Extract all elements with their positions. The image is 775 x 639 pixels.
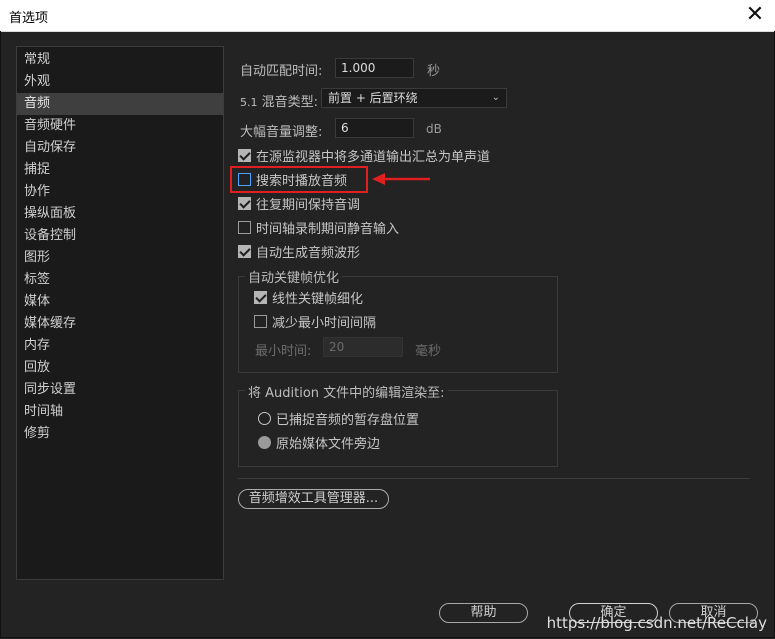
radio-button[interactable]	[258, 436, 271, 449]
keyframe-group-title: 自动关键帧优化	[245, 267, 343, 286]
large-volume-unit: dB	[426, 122, 442, 136]
sidebar-item-playback[interactable]: 回放	[17, 357, 223, 379]
sidebar-item-sync-settings[interactable]: 同步设置	[17, 379, 223, 401]
radio-scratch-disk[interactable]: 已捕捉音频的暂存盘位置	[258, 409, 419, 428]
sidebar-item-trim[interactable]: 修剪	[17, 423, 223, 445]
radio-label: 原始媒体文件旁边	[276, 437, 381, 452]
checkbox-label: 线性关键帧细化	[272, 291, 364, 307]
sidebar-item-appearance[interactable]: 外观	[17, 71, 223, 93]
sidebar-item-timeline[interactable]: 时间轴	[17, 401, 223, 423]
checkbox-box[interactable]	[238, 196, 251, 210]
auto-match-unit: 秒	[427, 64, 441, 79]
checkbox-maintain-pitch[interactable]: 往复期间保持音调	[238, 194, 361, 213]
checkbox-linear-keyframe[interactable]: 线性关键帧细化	[254, 288, 364, 307]
sidebar-item-general[interactable]: 常规	[17, 49, 223, 71]
large-volume-input[interactable]: 6	[335, 118, 414, 138]
sidebar-item-collaboration[interactable]: 协作	[17, 181, 223, 203]
checkbox-auto-waveform[interactable]: 自动生成音频波形	[238, 242, 361, 261]
mix-type-select[interactable]: 前置 + 后置环绕 ⌄	[321, 88, 507, 108]
sidebar-item-graphics[interactable]: 图形	[17, 247, 223, 269]
checkbox-label: 自动生成音频波形	[256, 245, 361, 261]
close-icon[interactable]: ✕	[741, 2, 769, 28]
checkbox-box[interactable]	[238, 220, 251, 234]
audio-plugin-manager-button[interactable]: 音频增效工具管理器...	[238, 489, 389, 509]
checkbox-label: 减少最小时间间隔	[272, 315, 377, 331]
title-bar: 首选项 ✕	[0, 0, 775, 32]
sidebar-item-media-cache[interactable]: 媒体缓存	[17, 313, 223, 335]
mix-type-value: 前置 + 后置环绕	[328, 91, 418, 105]
window-title: 首选项	[9, 11, 49, 26]
auto-match-input[interactable]: 1.000	[335, 58, 414, 78]
checkbox-box[interactable]	[254, 314, 267, 328]
annotation-arrow-icon	[372, 173, 430, 185]
annotation-highlight-box	[230, 166, 368, 193]
sidebar-item-media[interactable]: 媒体	[17, 291, 223, 313]
min-time-label: 最小时间:	[255, 344, 312, 359]
checkbox-box[interactable]	[238, 244, 251, 258]
mix-type-prefix: 5.1	[240, 96, 258, 109]
auto-match-label: 自动匹配时间:	[240, 64, 323, 79]
mix-type-label: 5.1 混音类型:	[240, 91, 318, 110]
sidebar-item-labels[interactable]: 标签	[17, 269, 223, 291]
help-button[interactable]: 帮助	[439, 603, 528, 623]
large-volume-label: 大幅音量调整:	[240, 125, 323, 140]
chevron-down-icon: ⌄	[491, 92, 500, 103]
radio-next-to-original[interactable]: 原始媒体文件旁边	[258, 433, 380, 452]
checkbox-mono-downmix[interactable]: 在源监视器中将多通道输出汇总为单声道	[238, 146, 491, 165]
sidebar-item-audio-hardware[interactable]: 音频硬件	[17, 115, 223, 137]
sidebar-item-auto-save[interactable]: 自动保存	[17, 137, 223, 159]
mix-type-text: 混音类型:	[261, 95, 319, 110]
min-time-unit: 毫秒	[415, 344, 442, 359]
radio-button[interactable]	[258, 412, 271, 425]
checkbox-box[interactable]	[238, 148, 251, 162]
divider	[238, 478, 750, 479]
checkbox-label: 往复期间保持音调	[256, 197, 361, 213]
checkbox-mute-input[interactable]: 时间轴录制期间静音输入	[238, 218, 400, 237]
sidebar-item-capture[interactable]: 捕捉	[17, 159, 223, 181]
sidebar-item-audio[interactable]: 音频	[17, 93, 223, 115]
render-destination-group	[238, 390, 558, 467]
sidebar-item-device-control[interactable]: 设备控制	[17, 225, 223, 247]
checkbox-reduce-interval[interactable]: 减少最小时间间隔	[254, 312, 377, 331]
sidebar-item-memory[interactable]: 内存	[17, 335, 223, 357]
radio-label: 已捕捉音频的暂存盘位置	[276, 413, 420, 428]
checkbox-label: 在源监视器中将多通道输出汇总为单声道	[256, 149, 491, 165]
category-list: 常规 外观 音频 音频硬件 自动保存 捕捉 协作 操纵面板 设备控制 图形 标签…	[16, 46, 224, 580]
watermark-text: https://blog.csdn.net/ReCclay	[546, 614, 767, 632]
checkbox-label: 时间轴录制期间静音输入	[256, 221, 400, 237]
min-time-input[interactable]: 20	[323, 337, 403, 357]
checkbox-box[interactable]	[254, 290, 267, 304]
render-group-title: 将 Audition 文件中的编辑渲染至:	[245, 382, 448, 401]
sidebar-item-control-surface[interactable]: 操纵面板	[17, 203, 223, 225]
